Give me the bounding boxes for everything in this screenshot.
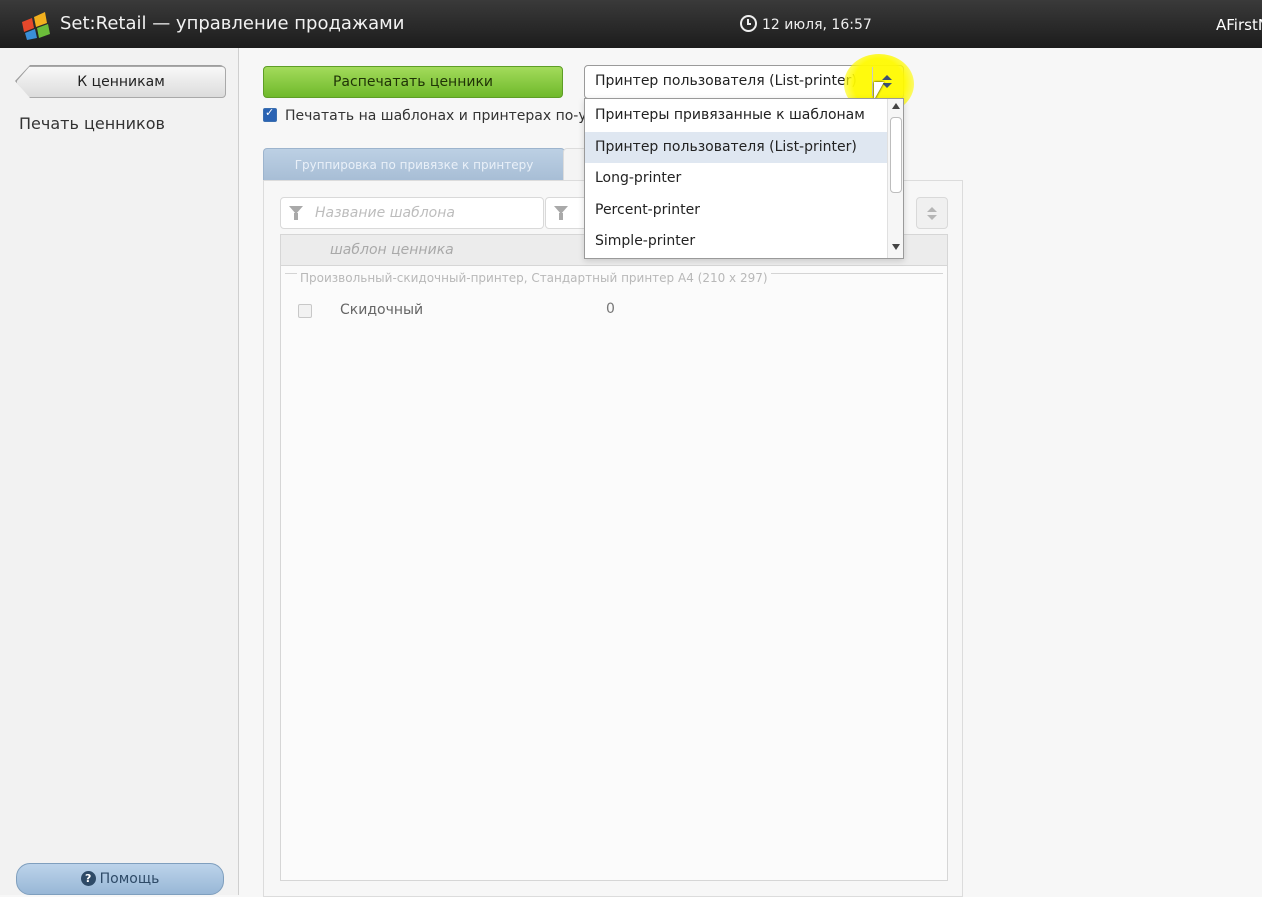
column-template[interactable]: шаблон ценника [330,242,454,258]
sidebar: К ценникам Печать ценников ? Помощь [0,48,239,895]
dropdown-scrollbar[interactable] [887,99,903,258]
scroll-up-icon[interactable] [892,103,900,109]
template-name-filter[interactable]: Название шаблона [280,197,544,229]
printer-select-value: Принтер пользователя (List-printer) [595,73,857,89]
templates-table: шаблон ценника Произвольный-скидочный-пр… [280,234,948,881]
printer-dropdown-list: Принтеры привязанные к шаблонам Принтер … [584,98,904,259]
sidebar-section-title: Печать ценников [19,114,165,133]
printer-option[interactable]: Simple-printer [585,226,887,257]
filter-funnel-icon [554,206,568,220]
printer-select[interactable]: Принтер пользователя (List-printer) [584,54,914,114]
filter-funnel-icon [289,206,303,220]
help-icon: ? [80,871,96,886]
app-logo-icon [22,12,50,40]
filter-spinner[interactable] [916,197,948,229]
printer-option[interactable]: Long-printer [585,163,887,194]
help-button[interactable]: ? Помощь [16,863,224,895]
tab-grouping-by-printer[interactable]: Группировка по привязке к принтеру [263,148,565,181]
printer-option[interactable]: Принтеры привязанные к шаблонам [585,100,887,131]
row-count: 0 [606,301,615,317]
app-title: Set:Retail — управление продажами [60,13,405,34]
clock: 12 июля, 16:57 [740,15,872,33]
back-to-price-tags-button[interactable]: К ценникам [16,66,226,98]
group-label: Произвольный-скидочный-принтер, Стандарт… [297,271,771,285]
help-button-label: Помощь [99,871,160,887]
default-templates-checkbox-row[interactable]: Печатать на шаблонах и принтерах по-умо [263,106,606,124]
clock-icon [740,15,757,32]
scroll-down-icon[interactable] [892,244,900,250]
clock-text: 12 июля, 16:57 [762,17,872,33]
printer-option[interactable]: Percent-printer [585,195,887,226]
default-templates-checkbox[interactable] [263,106,277,122]
print-price-tags-button[interactable]: Распечатать ценники [263,66,563,98]
row-checkbox[interactable] [298,304,312,318]
user-name[interactable]: AFirstN [1216,16,1262,34]
template-name-filter-placeholder: Название шаблона [315,205,455,221]
printer-option-selected[interactable]: Принтер пользователя (List-printer) [585,132,887,163]
chevron-up-icon [882,75,892,80]
default-templates-checkbox-label: Печатать на шаблонах и принтерах по-умо [285,108,606,124]
title-bar: Set:Retail — управление продажами 12 июл… [0,0,1262,48]
scroll-thumb[interactable] [890,117,902,193]
row-template-name: Скидочный [340,302,424,318]
